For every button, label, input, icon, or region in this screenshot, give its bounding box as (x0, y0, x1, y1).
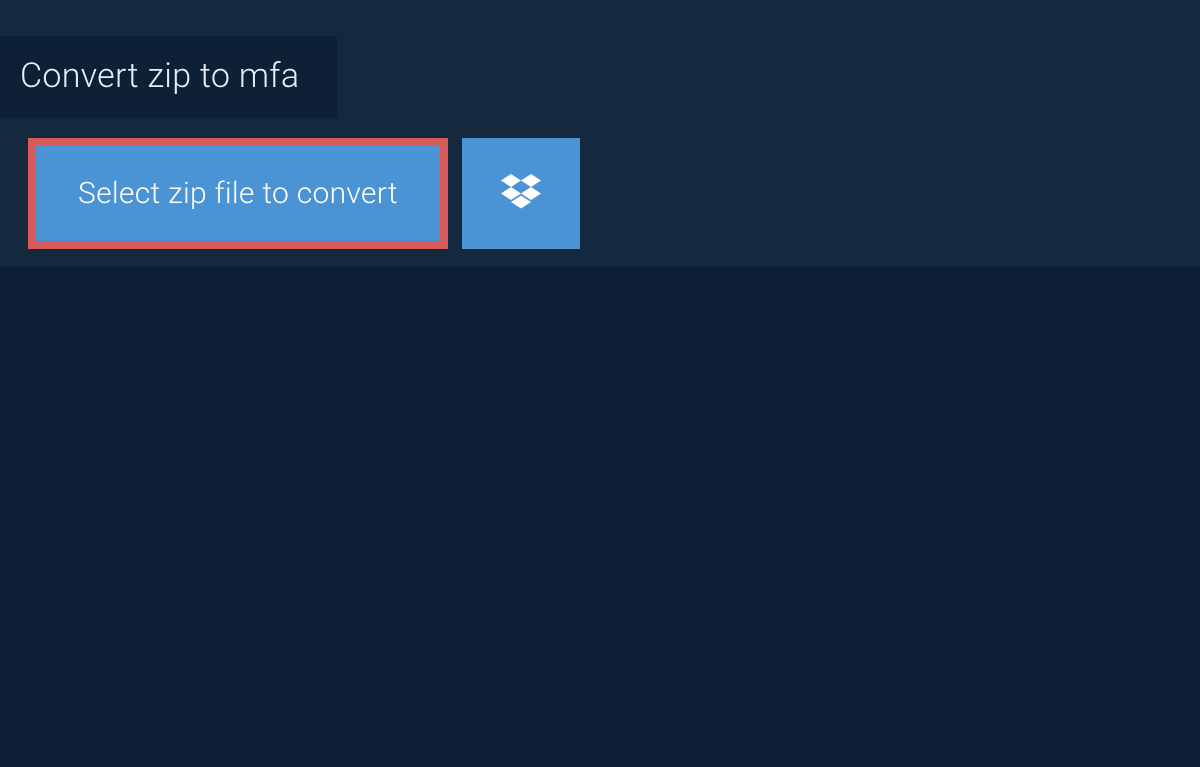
select-file-label: Select zip file to convert (78, 176, 398, 211)
action-row: Select zip file to convert (28, 138, 1200, 249)
content-area (0, 267, 1200, 767)
page-title: Convert zip to mfa (20, 56, 299, 96)
dropbox-icon (501, 174, 541, 214)
dropbox-button[interactable] (462, 138, 580, 249)
select-file-button[interactable]: Select zip file to convert (28, 138, 448, 249)
header-tab: Convert zip to mfa (0, 36, 337, 118)
